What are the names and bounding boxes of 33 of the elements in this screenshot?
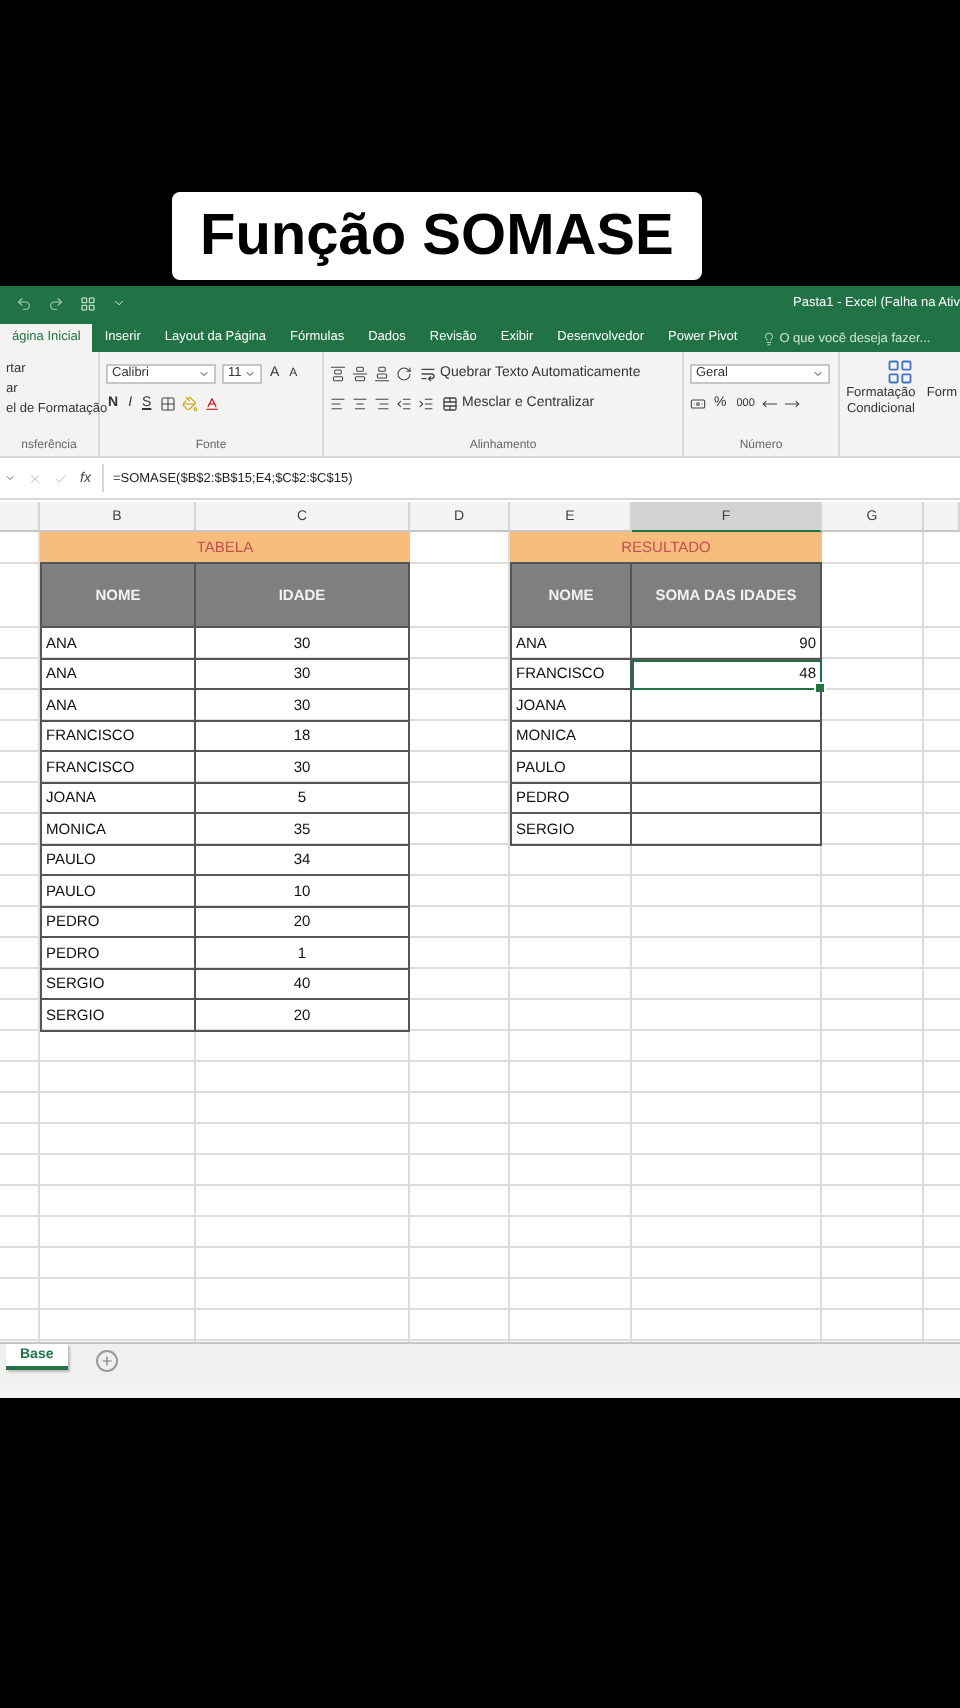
borders-icon[interactable] — [159, 395, 176, 411]
align-left-icon[interactable] — [330, 395, 346, 411]
table-cell[interactable] — [632, 752, 822, 783]
table-cell[interactable] — [632, 814, 822, 845]
merge-cells-icon — [442, 395, 458, 411]
video-caption: Função SOMASE — [172, 192, 702, 280]
redo-icon[interactable] — [48, 295, 64, 311]
orientation-icon[interactable] — [396, 365, 412, 381]
fill-color-icon[interactable] — [181, 395, 198, 411]
align-center-icon[interactable] — [352, 395, 368, 411]
decimal-decrease-icon[interactable] — [784, 395, 801, 411]
align-right-icon[interactable] — [374, 395, 390, 411]
fill-handle[interactable] — [814, 682, 826, 694]
caret-icon — [198, 367, 210, 379]
indent-increase-icon[interactable] — [418, 395, 434, 411]
align-bottom-icon[interactable] — [374, 365, 390, 381]
align-top-icon[interactable] — [330, 365, 346, 381]
wrap-text-icon — [420, 365, 436, 381]
decimal-increase-icon[interactable] — [762, 395, 779, 411]
table-cell[interactable] — [632, 783, 822, 814]
currency-icon[interactable] — [690, 395, 706, 411]
indent-decrease-icon[interactable] — [396, 395, 412, 411]
caret-icon — [244, 367, 256, 379]
table-cell[interactable] — [632, 690, 822, 721]
table-cell[interactable] — [632, 721, 822, 752]
caret-icon — [812, 367, 824, 379]
font-color-icon[interactable] — [203, 395, 220, 411]
lightbulb-icon — [761, 331, 776, 345]
conditional-format-icon[interactable] — [886, 358, 914, 386]
plus-icon — [99, 1353, 114, 1367]
caret-icon[interactable] — [112, 296, 126, 310]
undo-icon[interactable] — [16, 295, 32, 311]
align-middle-icon[interactable] — [352, 365, 368, 381]
